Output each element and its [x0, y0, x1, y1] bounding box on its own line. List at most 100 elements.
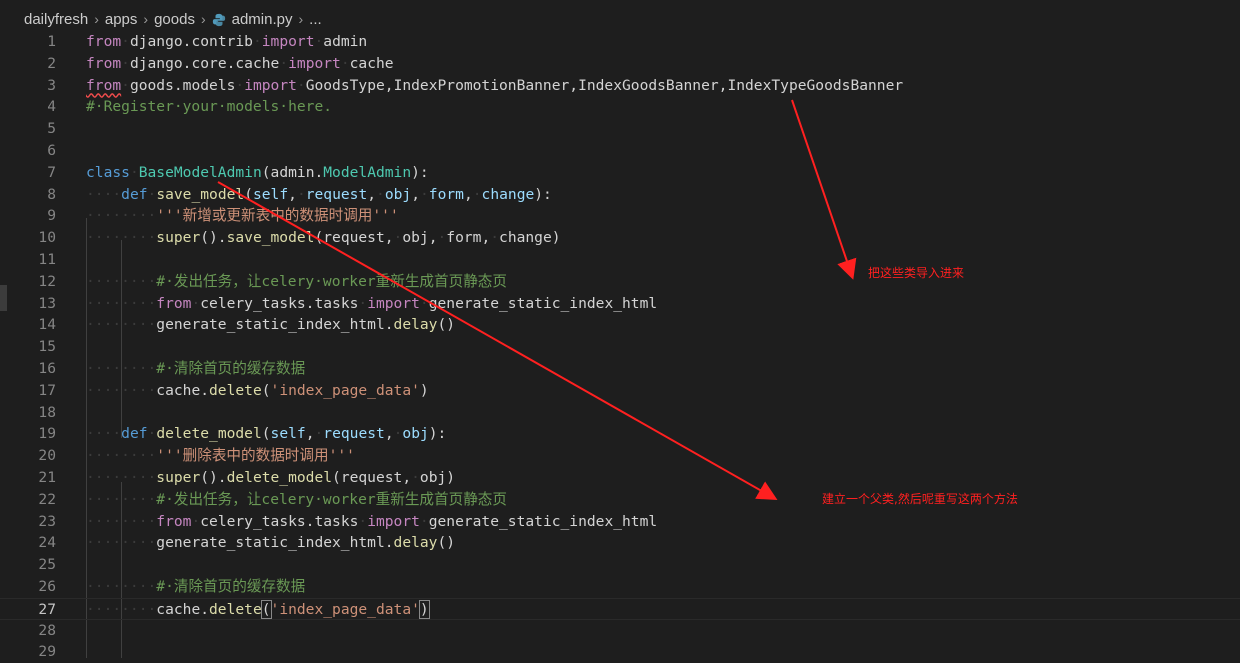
code-line[interactable]: 13 ········from·celery_tasks.tasks·import…: [0, 293, 1240, 315]
code-token: ····: [86, 425, 122, 443]
code-line[interactable]: 25: [0, 554, 1240, 576]
code-text: ········cache.delete('index_page_data'): [86, 380, 429, 402]
code-token: cache.: [156, 600, 210, 618]
code-editor[interactable]: 1 from·django.contrib·import·admin 2 from·d…: [0, 31, 1240, 661]
code-token: ·: [314, 425, 324, 443]
code-text: ········#·发出任务，让celery·worker重新生成首页静态页: [86, 271, 507, 293]
class-annotation: 建立一个父类,然后呢重写这两个方法: [822, 492, 1018, 506]
code-token: ····: [86, 185, 122, 203]
code-line[interactable]: 6: [0, 140, 1240, 162]
chevron-right-icon: ›: [143, 11, 149, 27]
line-number: 6: [47, 142, 56, 159]
line-number: 14: [38, 316, 56, 334]
code-line[interactable]: 3 from·goods.models·import·GoodsType,Inde…: [0, 75, 1240, 97]
code-line[interactable]: 21 ········super().delete_model(request,·…: [0, 467, 1240, 489]
code-line[interactable]: 28: [0, 620, 1240, 642]
breadcrumb-goods[interactable]: goods: [154, 11, 195, 28]
code-token: request: [323, 425, 385, 443]
code-line[interactable]: 1 from·django.contrib·import·admin: [0, 31, 1240, 53]
code-token: ········: [86, 600, 157, 618]
code-token: ·: [129, 163, 139, 181]
code-line[interactable]: 7 class·BaseModelAdmin(admin.ModelAdmin):: [0, 162, 1240, 184]
code-line[interactable]: 15: [0, 336, 1240, 358]
code-line[interactable]: 5: [0, 118, 1240, 140]
code-token: admin.: [270, 163, 324, 181]
line-number: 24: [38, 534, 56, 552]
code-token: from: [156, 294, 192, 312]
code-line[interactable]: 29: [0, 641, 1240, 663]
code-text: ········#·清除首页的缓存数据: [86, 576, 305, 598]
breadcrumb-dailyfresh[interactable]: dailyfresh: [24, 11, 88, 28]
code-token: delay: [393, 534, 438, 552]
code-token: obj: [384, 185, 412, 203]
code-token: ·: [411, 469, 420, 486]
code-token: ·: [235, 76, 245, 94]
code-token: ········: [86, 534, 157, 552]
line-number: 22: [38, 490, 56, 508]
code-line[interactable]: 18: [0, 402, 1240, 424]
code-token: self: [270, 425, 306, 443]
code-token: change): [499, 229, 561, 247]
code-line[interactable]: 16 ········#·清除首页的缓存数据: [0, 358, 1240, 380]
code-line[interactable]: 9 ········'''新增或更新表中的数据时调用''': [0, 205, 1240, 227]
code-token: ········: [86, 469, 157, 486]
code-text: #·Register·your·models·here.: [86, 96, 332, 118]
code-token: change: [481, 185, 535, 203]
code-text: ········generate_static_index_html.delay…: [86, 532, 455, 554]
code-token: from: [156, 512, 192, 530]
code-token: ········: [86, 294, 157, 312]
breadcrumb-apps[interactable]: apps: [105, 11, 138, 28]
code-line[interactable]: 10 ········super().save_model(request,·ob…: [0, 227, 1240, 249]
breadcrumb-file-label: admin.py: [231, 10, 293, 28]
code-line[interactable]: 19 ····def·delete_model(self,·request,·ob…: [0, 423, 1240, 445]
code-line[interactable]: 2 from·django.core.cache·import·cache: [0, 53, 1240, 75]
code-line[interactable]: 17 ········cache.delete('index_page_data'…: [0, 380, 1240, 402]
line-number: 25: [38, 556, 56, 574]
code-line[interactable]: 24 ········generate_static_index_html.del…: [0, 532, 1240, 554]
code-line[interactable]: 26 ········#·清除首页的缓存数据: [0, 576, 1240, 598]
code-line[interactable]: 11: [0, 249, 1240, 271]
code-line[interactable]: 22 ········#·发出任务，让celery·worker重新生成首页静态页: [0, 489, 1240, 511]
line-number: 17: [38, 381, 56, 399]
code-token: ModelAdmin: [323, 163, 412, 181]
code-token: ·: [314, 33, 324, 50]
line-number: 3: [47, 76, 56, 94]
code-token: ·: [472, 185, 482, 203]
code-text: from·django.core.cache·import·cache: [86, 53, 394, 75]
breadcrumb-file[interactable]: admin.py: [212, 11, 293, 28]
code-token: delete: [209, 600, 262, 618]
code-token: ·: [340, 54, 350, 72]
code-text: from·django.contrib·import·admin: [86, 31, 367, 53]
code-line[interactable]: 27 ········cache.delete('index_page_data'…: [0, 597, 1240, 620]
code-token: import: [367, 294, 420, 312]
code-token: ·: [358, 294, 368, 312]
code-text: ········#·发出任务，让celery·worker重新生成首页静态页: [86, 489, 507, 511]
code-token: ·: [121, 76, 130, 94]
code-token: ().: [200, 469, 227, 486]
code-line[interactable]: 8 ····def·save_model(self,·request,·obj,·…: [0, 184, 1240, 206]
code-token: ,: [384, 425, 394, 443]
code-token: def: [121, 185, 148, 203]
code-token: (: [261, 425, 271, 443]
breadcrumb-symbol[interactable]: ...: [309, 11, 322, 28]
line-number: 4: [47, 98, 56, 116]
code-line[interactable]: 12 ········#·发出任务，让celery·worker重新生成首页静态页: [0, 271, 1240, 293]
code-token: celery_tasks.tasks: [200, 512, 359, 530]
chevron-right-icon: ›: [298, 11, 304, 27]
code-token: delete_model: [156, 425, 262, 443]
python-file-icon: [212, 13, 225, 26]
code-token: ········: [86, 229, 157, 247]
code-token: ········: [86, 272, 157, 290]
code-token: import: [261, 33, 315, 50]
code-token: (: [261, 381, 271, 399]
code-line[interactable]: 4 #·Register·your·models·here.: [0, 96, 1240, 118]
line-number: 11: [38, 251, 56, 268]
code-line[interactable]: 23 ········from·celery_tasks.tasks·import…: [0, 511, 1240, 533]
code-token: django.contrib: [129, 33, 253, 50]
code-token: ·: [296, 185, 306, 203]
code-token: request: [305, 185, 368, 203]
code-token: ·: [419, 512, 429, 530]
code-token: generate_static_index_html.: [156, 316, 394, 334]
code-line[interactable]: 14 ········generate_static_index_html.del…: [0, 314, 1240, 336]
code-line[interactable]: 20 ········'''删除表中的数据时调用''': [0, 445, 1240, 467]
